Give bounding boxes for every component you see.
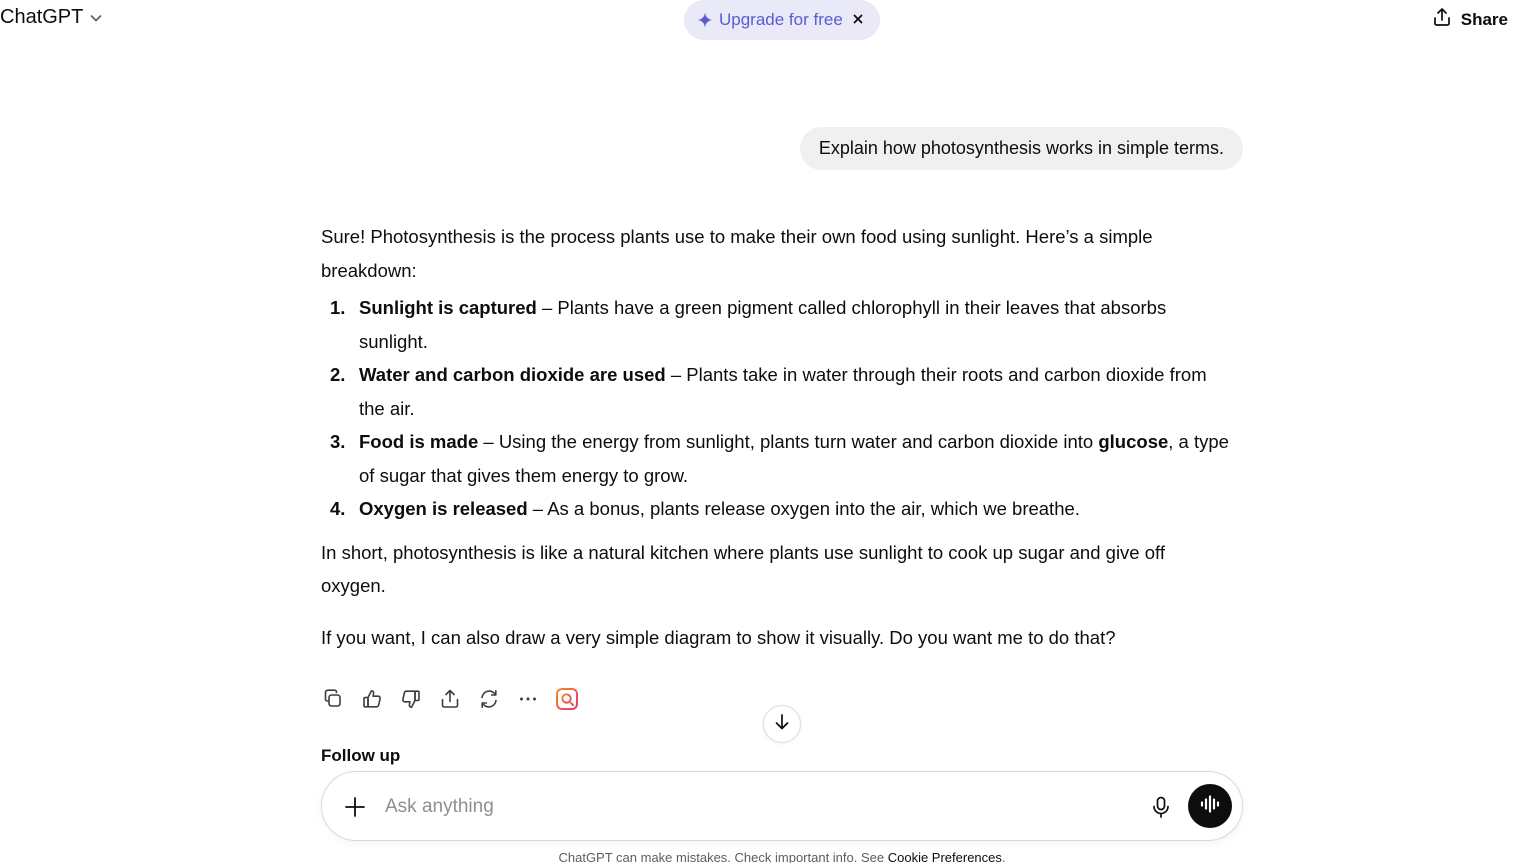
regenerate-icon[interactable]	[477, 687, 501, 711]
step-text: – Using the energy from sunlight, plants…	[478, 431, 1099, 452]
step-title: Sunlight is captured	[359, 297, 537, 318]
cookie-preferences-link[interactable]: Cookie Preferences	[888, 850, 1002, 863]
assistant-message: Sure! Photosynthesis is the process plan…	[321, 220, 1233, 654]
list-item: 1. Sunlight is captured – Plants have a …	[321, 291, 1233, 358]
step-number: 1.	[330, 297, 346, 318]
share-label: Share	[1460, 9, 1508, 29]
assistant-offer: If you want, I can also draw a very simp…	[321, 626, 1116, 648]
bold-term: glucose	[1098, 431, 1169, 452]
plus-icon[interactable]	[342, 794, 368, 820]
chevron-down-icon	[89, 11, 103, 25]
step-text: – As a bonus, plants release oxygen into…	[527, 498, 1080, 519]
thumbs-down-icon[interactable]	[399, 687, 423, 711]
message-actions	[321, 687, 594, 711]
disclaimer-text: ChatGPT can make mistakes. Check importa…	[558, 850, 888, 863]
copy-icon[interactable]	[321, 687, 345, 711]
user-message: Explain how photosynthesis works in simp…	[799, 127, 1243, 170]
more-icon[interactable]	[516, 687, 540, 711]
prompt-input[interactable]	[385, 792, 1125, 822]
top-bar: ChatGPT Upgrade for free Share	[0, 0, 1534, 40]
step-number: 4.	[330, 498, 346, 519]
steps-list: 1. Sunlight is captured – Plants have a …	[321, 291, 1233, 526]
close-icon[interactable]	[850, 11, 866, 27]
composer	[321, 771, 1243, 841]
step-title: Oxygen is released	[359, 498, 528, 519]
step-title: Water and carbon dioxide are used	[359, 364, 666, 385]
list-item: 2. Water and carbon dioxide are used – P…	[321, 358, 1233, 425]
step-number: 3.	[330, 431, 346, 452]
list-item: 4. Oxygen is released – As a bonus, plan…	[321, 492, 1233, 526]
upgrade-button[interactable]: Upgrade for free	[684, 0, 880, 40]
step-title: Food is made	[359, 431, 479, 452]
voice-mode-button[interactable]	[1188, 784, 1232, 828]
assistant-intro: Sure! Photosynthesis is the process plan…	[321, 226, 1153, 281]
thumbs-up-icon[interactable]	[360, 687, 384, 711]
share-icon[interactable]	[438, 687, 462, 711]
step-number: 2.	[330, 364, 346, 385]
waveform-icon	[1199, 793, 1221, 820]
disclaimer-end: .	[1001, 850, 1006, 863]
share-icon	[1432, 7, 1452, 32]
image-search-icon[interactable]	[555, 687, 579, 711]
microphone-icon[interactable]	[1148, 794, 1174, 820]
disclaimer: ChatGPT can make mistakes. Check importa…	[0, 850, 1534, 863]
model-picker[interactable]: ChatGPT	[0, 6, 103, 29]
upgrade-label: Upgrade for free	[719, 10, 843, 29]
scroll-down-button[interactable]	[763, 705, 801, 743]
arrow-down-icon	[772, 712, 792, 737]
follow-up-label: Follow up	[321, 746, 401, 765]
sparkle-icon	[697, 12, 713, 28]
list-item: 3. Food is made – Using the energy from …	[321, 425, 1233, 492]
share-button[interactable]: Share	[1432, 7, 1508, 32]
model-name: ChatGPT	[0, 6, 84, 28]
assistant-summary: In short, photosynthesis is like a natur…	[321, 541, 1165, 597]
